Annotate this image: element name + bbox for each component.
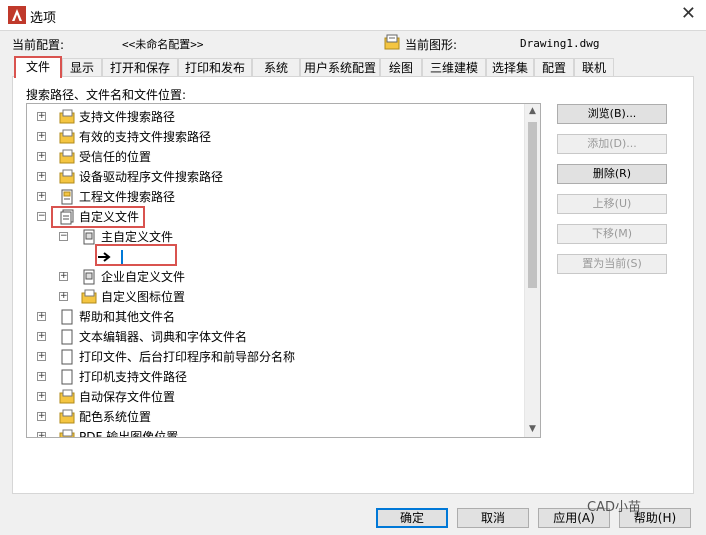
scroll-down-icon[interactable]: ▼ <box>525 422 540 437</box>
expand-icon[interactable]: + <box>37 112 46 121</box>
folder-icon <box>59 149 75 164</box>
add-button[interactable]: 添加(D)... <box>557 134 667 154</box>
tab-profiles[interactable]: 配置 <box>534 58 574 76</box>
scroll-up-icon[interactable]: ▲ <box>525 104 540 119</box>
current-drawing-value: Drawing1.dwg <box>520 37 600 50</box>
folder-icon <box>59 129 75 144</box>
expand-icon[interactable]: + <box>37 172 46 181</box>
expand-icon[interactable]: + <box>37 392 46 401</box>
expand-icon[interactable]: + <box>37 132 46 141</box>
title-bar: 选项 ✕ <box>0 0 706 30</box>
drawing-file-icon <box>384 34 400 50</box>
expand-icon[interactable]: + <box>59 292 68 301</box>
ok-button[interactable]: 确定 <box>376 508 448 528</box>
tab-online[interactable]: 联机 <box>574 58 614 76</box>
expand-icon[interactable]: + <box>37 432 46 437</box>
document-icon <box>61 309 73 325</box>
tab-drafting[interactable]: 绘图 <box>380 58 422 76</box>
set-current-button[interactable]: 置为当前(S) <box>557 254 667 274</box>
current-drawing-label: 当前图形: <box>405 38 458 52</box>
project-file-icon <box>61 189 73 205</box>
cancel-button[interactable]: 取消 <box>457 508 529 528</box>
current-profile-label: 当前配置: <box>12 38 65 52</box>
delete-button[interactable]: 删除(R) <box>557 164 667 184</box>
tab-user-preferences[interactable]: 用户系统配置 <box>300 58 380 76</box>
cui-file-icon <box>83 269 95 285</box>
document-icon <box>61 349 73 365</box>
expand-icon[interactable]: + <box>37 372 46 381</box>
document-icon <box>61 369 73 385</box>
expand-icon[interactable]: + <box>37 192 46 201</box>
expand-icon[interactable]: + <box>37 412 46 421</box>
highlight-box-path <box>95 244 177 266</box>
document-icon <box>61 329 73 345</box>
folder-icon <box>59 389 75 404</box>
collapse-icon[interactable]: − <box>37 212 46 221</box>
current-profile-value: <<未命名配置>> <box>122 38 204 51</box>
tab-display[interactable]: 显示 <box>62 58 102 76</box>
window-title: 选项 <box>30 11 57 26</box>
folder-icon <box>81 289 97 304</box>
collapse-icon[interactable]: − <box>59 232 68 241</box>
expand-icon[interactable]: + <box>37 352 46 361</box>
tree-scrollbar[interactable]: ▲ ▼ <box>524 104 540 437</box>
tab-system[interactable]: 系统 <box>252 58 300 76</box>
highlight-box-customization <box>51 206 145 228</box>
tab-selection[interactable]: 选择集 <box>486 58 534 76</box>
browse-button[interactable]: 浏览(B)... <box>557 104 667 124</box>
tab-files[interactable]: 文件 <box>14 56 62 78</box>
search-paths-tree[interactable]: + 支持文件搜索路径 + 有效的支持文件搜索路径 + 受信任的位置 + 设备驱动… <box>26 103 541 438</box>
expand-icon[interactable]: + <box>37 312 46 321</box>
cui-file-icon <box>83 229 95 245</box>
move-up-button[interactable]: 上移(U) <box>557 194 667 214</box>
search-paths-label: 搜索路径、文件名和文件位置: <box>26 88 187 102</box>
title-divider <box>0 30 706 31</box>
expand-icon[interactable]: + <box>59 272 68 281</box>
move-down-button[interactable]: 下移(M) <box>557 224 667 244</box>
scroll-thumb[interactable] <box>528 122 537 288</box>
autocad-logo-icon <box>8 6 26 24</box>
folder-icon <box>59 429 75 437</box>
close-icon[interactable]: ✕ <box>681 4 696 24</box>
tab-3d-modeling[interactable]: 三维建模 <box>422 58 486 76</box>
folder-icon <box>59 169 75 184</box>
folder-icon <box>59 409 75 424</box>
expand-icon[interactable]: + <box>37 152 46 161</box>
tab-open-save[interactable]: 打开和保存 <box>102 58 178 76</box>
watermark-text: CAD小苗 <box>587 500 641 515</box>
expand-icon[interactable]: + <box>37 332 46 341</box>
tab-plot-publish[interactable]: 打印和发布 <box>178 58 252 76</box>
folder-icon <box>59 109 75 124</box>
